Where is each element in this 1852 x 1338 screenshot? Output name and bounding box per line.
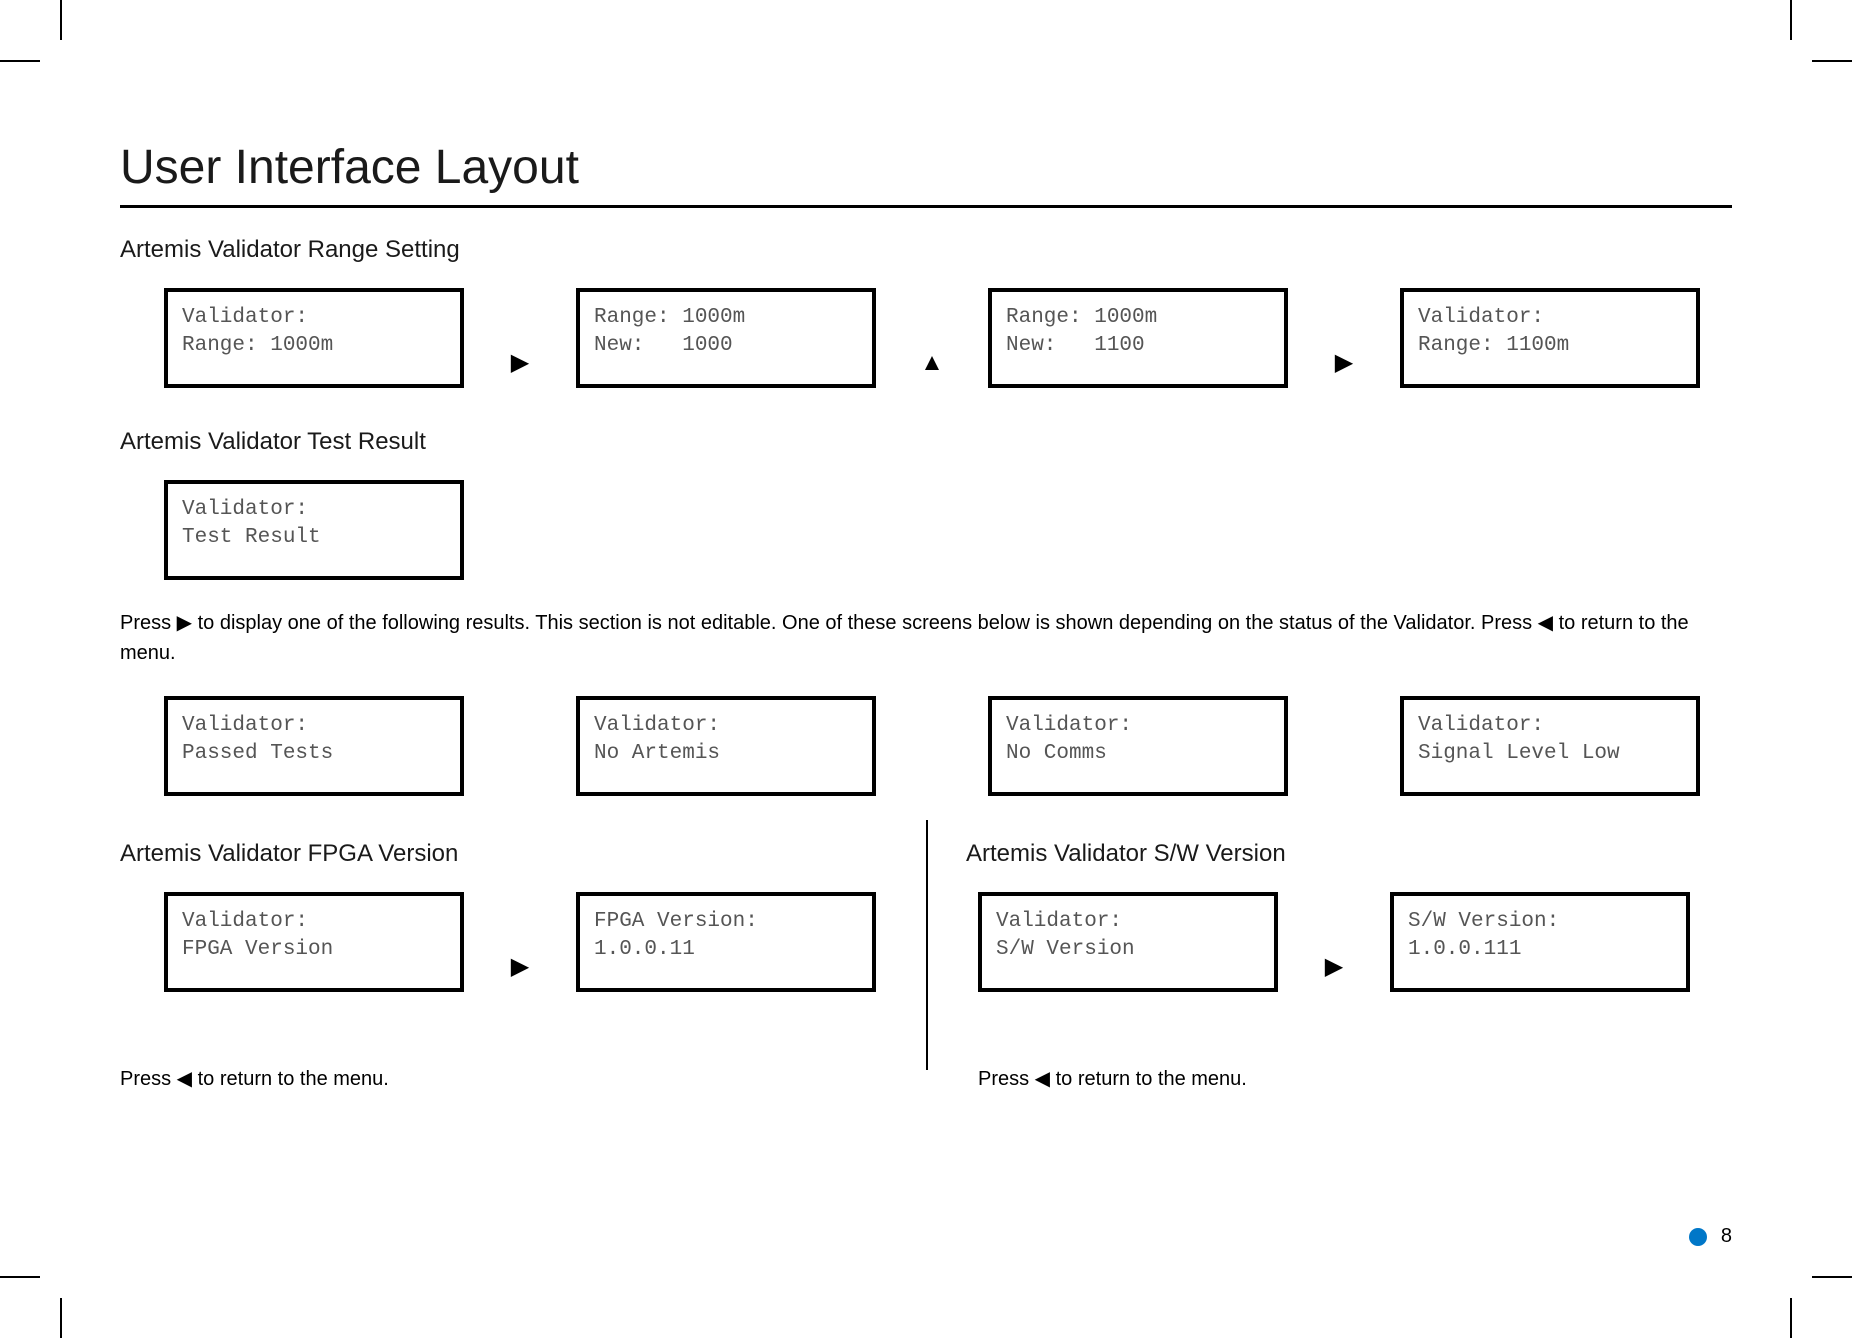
section-test-result: Artemis Validator Test Result Validator:… [120,428,1732,796]
section-heading: Artemis Validator Range Setting [120,236,1732,264]
section-fpga-version: Artemis Validator FPGA Version Validator… [120,826,926,1091]
section-heading: Artemis Validator FPGA Version [120,840,906,868]
page-number: 8 [1721,1225,1732,1248]
instruction-text: Press ◀ to return to the menu. [978,1066,1732,1091]
two-column-row: Artemis Validator FPGA Version Validator… [120,826,1732,1091]
lcd-screen: S/W Version: 1.0.0.111 [1390,892,1690,992]
lcd-screen: Validator: FPGA Version [164,892,464,992]
crop-mark [1790,0,1792,40]
title-rule [120,205,1732,208]
lcd-screen: Validator: No Comms [988,696,1288,796]
lcd-screen: FPGA Version: 1.0.0.11 [576,892,876,992]
instruction-text: Press ▶ to display one of the following … [120,608,1732,668]
right-arrow-icon: ▶ [1325,952,1343,981]
right-arrow-icon: ▶ [1335,348,1353,377]
footer-bullet-icon [1689,1228,1707,1246]
right-arrow-icon: ▶ [511,348,529,377]
crop-mark [0,1276,40,1278]
lcd-screen: Validator: No Artemis [576,696,876,796]
page-footer: 8 [1689,1225,1732,1248]
screen-row: Validator: Test Result [164,480,1732,580]
lcd-screen: Validator: Test Result [164,480,464,580]
crop-mark [60,0,62,40]
right-arrow-icon: ▶ [511,952,529,981]
page-title: User Interface Layout [120,140,1732,195]
document-page: User Interface Layout Artemis Validator … [0,0,1852,1338]
up-arrow-icon: ▲ [920,349,944,377]
crop-mark [1812,60,1852,62]
column-divider [926,820,928,1070]
lcd-screen: Validator: Range: 1000m [164,288,464,388]
section-range-setting: Artemis Validator Range Setting Validato… [120,236,1732,388]
lcd-screen: Validator: Range: 1100m [1400,288,1700,388]
section-sw-version: Artemis Validator S/W Version Validator:… [926,826,1732,1091]
screen-row: Validator: Passed Tests Validator: No Ar… [164,696,1732,796]
lcd-screen: Range: 1000m New: 1100 [988,288,1288,388]
lcd-screen: Validator: S/W Version [978,892,1278,992]
section-heading: Artemis Validator S/W Version [966,840,1732,868]
screen-row: Validator: S/W Version ▶ S/W Version: 1.… [978,892,1732,992]
screen-row: Validator: Range: 1000m ▶ Range: 1000m N… [164,288,1732,388]
section-heading: Artemis Validator Test Result [120,428,1732,456]
lcd-screen: Validator: Signal Level Low [1400,696,1700,796]
instruction-text: Press ◀ to return to the menu. [120,1066,906,1091]
lcd-screen: Range: 1000m New: 1000 [576,288,876,388]
lcd-screen: Validator: Passed Tests [164,696,464,796]
crop-mark [1812,1276,1852,1278]
crop-mark [0,60,40,62]
crop-mark [1790,1298,1792,1338]
crop-mark [60,1298,62,1338]
screen-row: Validator: FPGA Version ▶ FPGA Version: … [164,892,906,992]
